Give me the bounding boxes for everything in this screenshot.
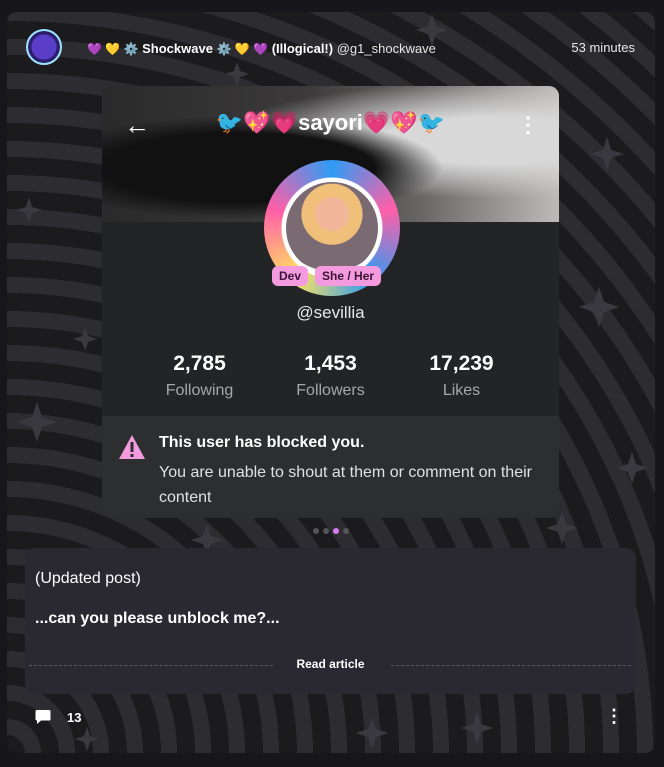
author-line[interactable]: 💜 💛 ⚙️ Shockwave ⚙️ 💛 💜 (Illogical!) @g1… [87, 41, 436, 56]
author-emoji-left: 💜 💛 ⚙️ [87, 42, 139, 56]
badge-pronouns: She / Her [315, 266, 382, 286]
profile-badges: Dev She / Her [272, 266, 382, 286]
blocked-description: You are unable to shout at them or comme… [159, 464, 532, 506]
divider [391, 665, 631, 666]
blocked-notice: This user has blocked you. You are unabl… [102, 416, 559, 518]
profile-display-name: 🐦💖💗sayori💗💖🐦 [215, 110, 446, 135]
comment-count: 13 [67, 710, 82, 725]
author-handle: @g1_shockwave [336, 41, 436, 56]
stat-label: Followers [296, 382, 365, 399]
author-emoji-right: ⚙️ 💛 💜 [216, 42, 269, 56]
carousel-dot[interactable] [343, 528, 349, 534]
post-timestamp: 53 minutes [571, 40, 635, 55]
comment-icon[interactable] [35, 709, 51, 725]
blocked-title: This user has blocked you. [159, 434, 365, 451]
carousel-dot[interactable] [323, 528, 329, 534]
author-tag: (Illogical!) [271, 41, 334, 56]
stat-value: 17,239 [429, 352, 494, 375]
post-footer: 13 ⋮ [7, 706, 655, 737]
profile-username: @sevillia [296, 303, 365, 322]
article-preview[interactable]: (Updated post) ...can you please unblock… [25, 548, 636, 694]
stat-label: Following [165, 382, 234, 399]
post-header: 💜 💛 ⚙️ Shockwave ⚙️ 💛 💜 (Illogical!) @g1… [7, 12, 655, 82]
stat-following: 2,785 Following [134, 352, 265, 400]
stat-value: 2,785 [173, 352, 226, 375]
profile-picture-character [286, 182, 378, 274]
stat-likes: 17,239 Likes [396, 352, 527, 400]
badge-dev: Dev [272, 266, 309, 286]
carousel-dots[interactable] [313, 528, 349, 534]
article-body: ...can you please unblock me?... [35, 610, 280, 627]
author-nickname: Shockwave [142, 41, 213, 56]
carousel-dot-active[interactable] [333, 528, 339, 534]
embedded-profile-screenshot[interactable]: ← 🐦💖💗sayori💗💖🐦 ⋮ Dev She / Her @sevillia… [102, 86, 559, 518]
stat-followers: 1,453 Followers [265, 352, 396, 400]
warning-icon [119, 435, 145, 459]
stat-label: Likes [442, 382, 481, 399]
article-title: (Updated post) [35, 570, 141, 587]
read-article-link[interactable]: Read article [25, 657, 636, 671]
stat-value: 1,453 [304, 352, 357, 375]
author-avatar[interactable] [26, 29, 62, 65]
post-card: 💜 💛 ⚙️ Shockwave ⚙️ 💛 💜 (Illogical!) @g1… [7, 12, 655, 753]
profile-stats: 2,785 Following 1,453 Followers 17,239 L… [102, 352, 559, 400]
more-vertical-icon[interactable]: ⋮ [605, 706, 623, 727]
carousel-dot[interactable] [313, 528, 319, 534]
more-vertical-icon: ⋮ [517, 112, 539, 137]
